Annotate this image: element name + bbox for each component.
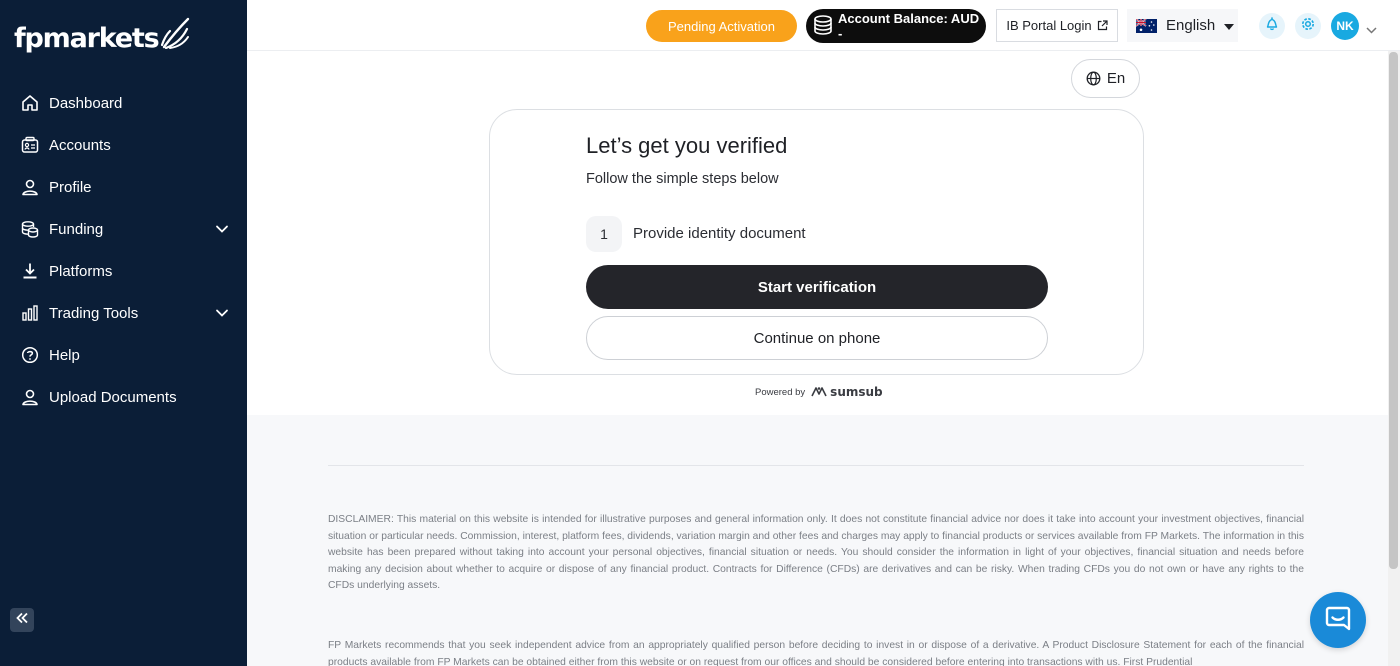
sidebar-item-trading-tools[interactable]: Trading Tools <box>0 292 247 334</box>
account-balance-label: Account Balance: AUD - <box>838 11 980 41</box>
sidebar-nav: Dashboard Accounts Profile Funding Platf… <box>0 82 247 418</box>
coin-stack-icon <box>812 14 834 38</box>
coins-icon <box>21 220 39 238</box>
sidebar-item-profile[interactable]: Profile <box>0 166 247 208</box>
sidebar-item-platforms[interactable]: Platforms <box>0 250 247 292</box>
step-label: Provide identity document <box>633 225 806 242</box>
upload-user-icon <box>21 388 39 406</box>
verification-subtitle: Follow the simple steps below <box>586 171 779 187</box>
powered-by-label: Powered by <box>755 386 806 398</box>
double-chevron-left-icon <box>15 611 29 630</box>
settings-button[interactable] <box>1295 13 1321 39</box>
sidebar-item-dashboard[interactable]: Dashboard <box>0 82 247 124</box>
footer-disclaimer: DISCLAIMER: This material on this websit… <box>328 514 1304 591</box>
verification-title: Let’s get you verified <box>586 133 788 158</box>
fpmarkets-logo[interactable]: fpmarkets <box>14 17 190 58</box>
bar-chart-icon <box>21 304 39 322</box>
ib-portal-label: IB Portal Login <box>1006 18 1092 33</box>
avatar[interactable]: NK <box>1331 12 1359 40</box>
sumsub-mark-icon <box>811 386 827 398</box>
help-icon <box>21 346 39 364</box>
globe-icon <box>1086 71 1101 86</box>
footer-divider <box>328 465 1304 466</box>
chevron-down-icon[interactable] <box>215 222 229 236</box>
sidebar-item-funding[interactable]: Funding <box>0 208 247 250</box>
chevron-down-icon[interactable] <box>215 306 229 320</box>
external-link-icon <box>1097 20 1108 31</box>
caret-down-icon <box>1224 17 1235 34</box>
sidebar-collapse-button[interactable] <box>10 608 34 632</box>
language-label: English <box>1166 17 1216 34</box>
logo-text: fpmarkets <box>14 22 160 54</box>
scrollbar-thumb[interactable] <box>1389 52 1398 569</box>
user-icon <box>21 178 39 196</box>
sidebar-item-help[interactable]: Help <box>0 334 247 376</box>
footer-disclaimer-continued: FP Markets recommends that you seek inde… <box>328 640 1304 666</box>
live-chat-button[interactable] <box>1310 592 1366 648</box>
sidebar-item-accounts[interactable]: Accounts <box>0 124 247 166</box>
logo-wing-icon <box>160 17 190 54</box>
chat-bubble-icon <box>1324 604 1352 637</box>
step-number-badge: 1 <box>586 216 622 252</box>
sumsub-logo: sumsub <box>808 385 883 399</box>
bell-icon <box>1265 16 1279 36</box>
sumsub-brand-text: sumsub <box>830 385 883 399</box>
accounts-icon <box>21 136 39 154</box>
verification-card: Let’s get you verified Follow the simple… <box>489 109 1144 375</box>
start-verification-button[interactable]: Start verification <box>586 265 1048 309</box>
home-icon <box>21 94 39 112</box>
download-icon <box>21 262 39 280</box>
sidebar-item-label: Trading Tools <box>49 304 139 322</box>
sidebar-item-label: Accounts <box>49 136 111 154</box>
australia-flag-icon <box>1135 17 1157 33</box>
sidebar-item-upload-documents[interactable]: Upload Documents <box>0 376 247 418</box>
powered-by-sumsub[interactable]: Powered by sumsub <box>755 385 883 399</box>
sidebar: fpmarkets Dashboard Accounts Profile Fun… <box>0 0 247 666</box>
sidebar-item-label: Platforms <box>49 262 113 280</box>
chevron-down-icon[interactable] <box>1366 21 1377 39</box>
verification-language-switch[interactable]: En <box>1071 59 1140 98</box>
account-balance-button[interactable]: Account Balance: AUD - <box>806 9 986 43</box>
verification-language-label: En <box>1106 70 1126 87</box>
continue-on-phone-button[interactable]: Continue on phone <box>586 316 1048 360</box>
sidebar-item-label: Upload Documents <box>49 388 177 406</box>
language-selector[interactable]: English <box>1127 9 1238 42</box>
ib-portal-login-button[interactable]: IB Portal Login <box>996 9 1118 42</box>
top-bar: Pending Activation Account Balance: AUD … <box>247 0 1400 51</box>
sidebar-item-label: Funding <box>49 220 104 238</box>
sidebar-item-label: Help <box>49 346 80 364</box>
pending-activation-button[interactable]: Pending Activation <box>646 10 797 42</box>
notifications-button[interactable] <box>1259 13 1285 39</box>
gear-icon <box>1300 16 1316 37</box>
sidebar-item-label: Dashboard <box>49 94 123 112</box>
sidebar-item-label: Profile <box>49 178 92 196</box>
